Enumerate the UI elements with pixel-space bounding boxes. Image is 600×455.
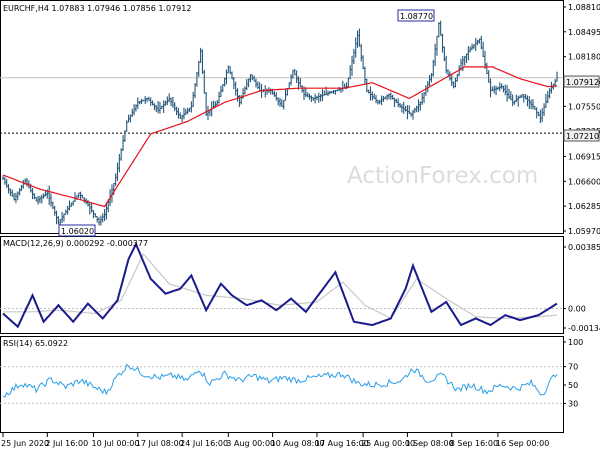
macd-y-tick: 0.00385 <box>568 243 600 252</box>
x-tick-label: 8 Sep 16:00 <box>450 439 498 448</box>
rsi-y-tick: 30 <box>568 399 578 408</box>
price-y-tick: 1.06915 <box>568 152 600 161</box>
chart-svg: ActionForex.com 1.08810 1.08495 1.08180 1.0… <box>0 0 600 448</box>
x-tick-label: 3 Aug 00:00 <box>226 439 275 448</box>
x-tick-label: 10 Jul 00:00 <box>91 439 139 448</box>
macd-y-tick: 0.00 <box>568 305 586 314</box>
price-pane-title: EURCHF,H4 1.07883 1.07946 1.07856 1.0791… <box>3 4 191 13</box>
price-y-tick: 1.07550 <box>568 102 600 111</box>
x-tick-label: 2 Jul 16:00 <box>45 439 88 448</box>
watermark: ActionForex.com <box>347 163 538 189</box>
rsi-y-tick: 50 <box>568 381 578 390</box>
x-tick-label: 1 Sep 08:00 <box>405 439 453 448</box>
price-y-tick: 1.08180 <box>568 53 600 62</box>
price-y-tick: 1.06600 <box>568 177 600 186</box>
macd-y-tick: -0.001348 <box>568 324 600 333</box>
rsi-y-tick: 100 <box>568 338 583 347</box>
price-y-tick: 1.08495 <box>568 28 600 37</box>
price-y-tick: 1.05970 <box>568 227 600 236</box>
low-annotation: 1.06020 <box>61 227 94 236</box>
current-price-label: 1.07912 <box>566 78 599 87</box>
support-level-label: 1.07210 <box>566 132 599 141</box>
price-y-tick: 1.08810 <box>568 3 600 12</box>
x-tick-label: 17 Jul 08:00 <box>136 439 184 448</box>
price-pane-frame <box>0 0 564 234</box>
rsi-pane-frame <box>0 336 564 433</box>
x-tick-label: 24 Jul 16:00 <box>180 439 228 448</box>
high-annotation: 1.08770 <box>400 12 433 21</box>
rsi-pane-title: RSI(14) 65.0922 <box>3 339 68 348</box>
x-tick-label: 25 Jun 2020 <box>1 439 49 448</box>
macd-pane-title: MACD(12,26,9) 0.000292 -0.000377 <box>3 239 148 248</box>
rsi-y-tick: 70 <box>568 363 578 372</box>
x-tick-label: 16 Sep 00:00 <box>496 439 549 448</box>
chart-stage: ActionForex.com 1.08810 1.08495 1.08180 1.0… <box>0 0 600 450</box>
price-y-tick: 1.06285 <box>568 202 600 211</box>
